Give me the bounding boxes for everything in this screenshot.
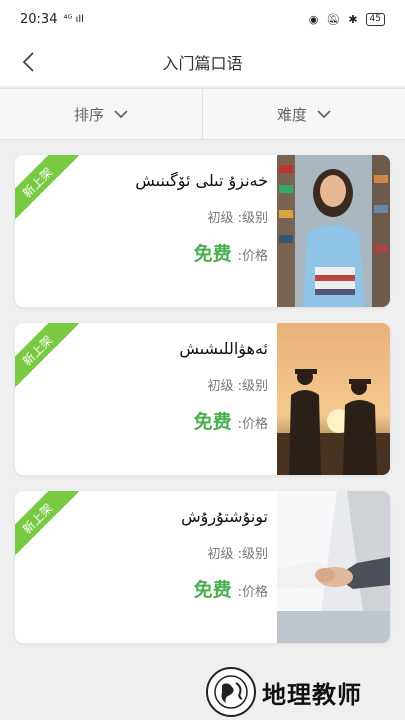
filter-bar: 排序 难度	[0, 88, 405, 140]
sort-filter-label: 排序	[73, 105, 104, 124]
mute-icon: 🔕︎	[326, 12, 341, 26]
price-row: 免费 :价格	[194, 407, 268, 434]
course-card[interactable]: 新上架 خەنزۇ تىلى ئۆگىنىش 初级 :级别 免费 :价格	[15, 155, 390, 307]
chevron-down-icon	[114, 109, 128, 118]
course-image-student	[277, 155, 390, 307]
page-title: 入门篇口语	[162, 54, 243, 73]
price-row: 免费 :价格	[194, 239, 268, 266]
difficulty-filter-label: 难度	[276, 105, 307, 124]
course-info: خەنزۇ تىلى ئۆگىنىش 初级 :级别 免费 :价格	[28, 155, 268, 307]
sort-filter[interactable]: 排序	[0, 89, 202, 139]
watermark-text: 地理教师	[262, 680, 362, 709]
course-card[interactable]: 新上架 ئەھۋاللىشىش 初级 :级别 免费 :价格	[15, 323, 390, 475]
status-right: ◉ 🔕︎ ✱ 45	[308, 12, 385, 26]
chevron-down-icon	[317, 109, 331, 118]
course-name: خەنزۇ تىلى ئۆگىنىش	[135, 171, 268, 190]
alarm-icon: ◉	[308, 12, 319, 26]
course-name: ئەھۋاللىشىش	[179, 339, 268, 358]
status-left: 20:34 ⁴ᴳ ıll	[20, 12, 84, 27]
chevron-left-icon	[22, 52, 34, 72]
status-bar: 20:34 ⁴ᴳ ıll ◉ 🔕︎ ✱ 45	[0, 0, 405, 38]
battery-icon: 45	[365, 12, 385, 26]
difficulty-filter[interactable]: 难度	[202, 89, 405, 139]
course-info: ئەھۋاللىشىش 初级 :级别 免费 :价格	[28, 323, 268, 475]
header: 入门篇口语	[0, 38, 405, 86]
course-image-farmers	[277, 323, 390, 475]
course-info: تونۇشتۇرۇش 初级 :级别 免费 :价格	[28, 491, 268, 643]
course-price: 免费	[193, 411, 232, 433]
course-image-handshake	[277, 491, 390, 643]
back-button[interactable]	[14, 48, 42, 76]
price-label: :价格	[237, 417, 268, 432]
course-level: 初级 :级别	[207, 379, 268, 394]
signal-icon: ⁴ᴳ ıll	[63, 13, 84, 25]
price-label: :价格	[237, 249, 268, 264]
globe-logo-icon	[206, 667, 256, 717]
course-level: 初级 :级别	[207, 211, 268, 226]
course-price: 免费	[193, 579, 232, 601]
course-level: 初级 :级别	[207, 547, 268, 562]
course-price: 免费	[193, 243, 232, 265]
status-time: 20:34	[20, 11, 58, 27]
bluetooth-icon: ✱	[348, 12, 358, 26]
watermark: 地理教师	[206, 664, 405, 720]
course-name: تونۇشتۇرۇش	[181, 507, 268, 526]
price-row: 免费 :价格	[194, 575, 268, 602]
price-label: :价格	[237, 585, 268, 600]
course-card[interactable]: 新上架 تونۇشتۇرۇش 初级 :级别 免费 :价格	[15, 491, 390, 643]
